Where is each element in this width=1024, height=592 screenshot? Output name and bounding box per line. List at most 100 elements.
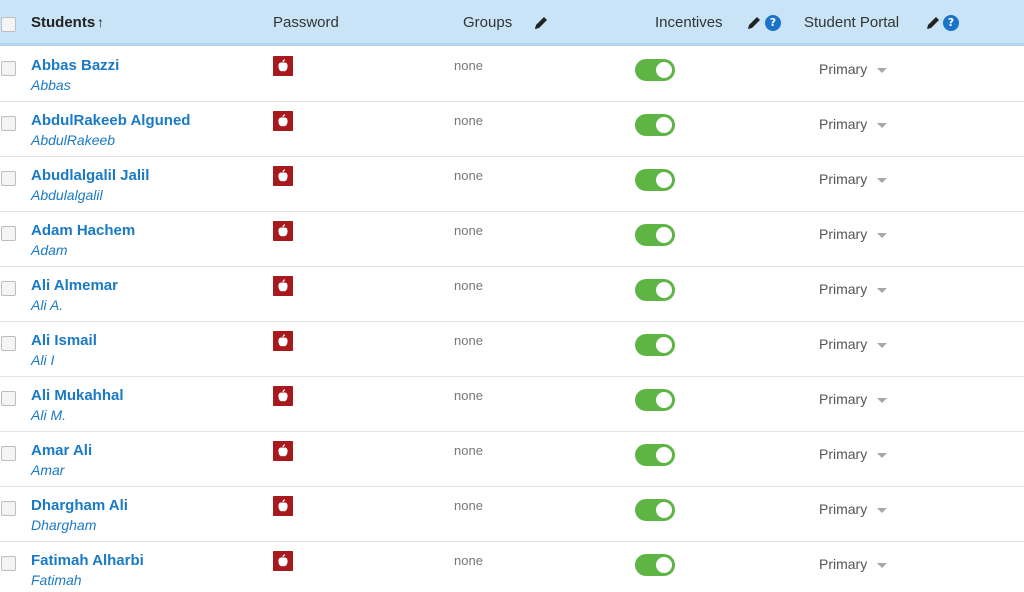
- row-select-checkbox[interactable]: [1, 61, 16, 76]
- sort-ascending-icon[interactable]: ↑: [97, 14, 104, 30]
- password-apple-icon[interactable]: [273, 331, 293, 351]
- chevron-down-icon[interactable]: [877, 508, 887, 513]
- student-portal-select[interactable]: Primary: [819, 61, 867, 77]
- groups-value[interactable]: none: [454, 223, 483, 238]
- incentives-toggle[interactable]: [635, 499, 675, 521]
- student-portal-select[interactable]: Primary: [819, 446, 867, 462]
- table-row: Ali Mukahhal Ali M. none Primary: [0, 377, 1024, 432]
- password-apple-icon[interactable]: [273, 111, 293, 131]
- chevron-down-icon[interactable]: [877, 343, 887, 348]
- groups-value[interactable]: none: [454, 168, 483, 183]
- table-row: Adam Hachem Adam none Primary: [0, 212, 1024, 267]
- chevron-down-icon[interactable]: [877, 288, 887, 293]
- password-column-header: Password: [273, 14, 339, 31]
- toggle-knob: [656, 282, 672, 298]
- select-all-checkbox[interactable]: [1, 17, 16, 32]
- password-apple-icon[interactable]: [273, 221, 293, 241]
- student-nickname: Adam: [31, 242, 68, 258]
- students-column-header[interactable]: Students: [31, 14, 95, 32]
- chevron-down-icon[interactable]: [877, 453, 887, 458]
- toggle-knob: [656, 227, 672, 243]
- student-portal-select[interactable]: Primary: [819, 171, 867, 187]
- incentives-help-icon[interactable]: ?: [765, 15, 781, 31]
- incentives-toggle[interactable]: [635, 554, 675, 576]
- incentives-toggle[interactable]: [635, 114, 675, 136]
- row-select-checkbox[interactable]: [1, 336, 16, 351]
- groups-value[interactable]: none: [454, 278, 483, 293]
- student-name-link[interactable]: Abbas Bazzi: [31, 57, 119, 74]
- student-name-link[interactable]: AbdulRakeeb Alguned: [31, 112, 190, 129]
- toggle-knob: [656, 117, 672, 133]
- edit-groups-pencil-icon[interactable]: [532, 14, 550, 32]
- row-select-checkbox[interactable]: [1, 446, 16, 461]
- student-name-link[interactable]: Amar Ali: [31, 442, 92, 459]
- student-name-link[interactable]: Fatimah Alharbi: [31, 552, 144, 569]
- table-row: Amar Ali Amar none Primary: [0, 432, 1024, 487]
- incentives-toggle[interactable]: [635, 334, 675, 356]
- table-row: Ali Ismail Ali I none Primary: [0, 322, 1024, 377]
- portal-help-icon[interactable]: ?: [943, 15, 959, 31]
- student-name-link[interactable]: Ali Mukahhal: [31, 387, 124, 404]
- groups-column-header: Groups: [463, 14, 513, 31]
- student-portal-select[interactable]: Primary: [819, 336, 867, 352]
- toggle-knob: [656, 447, 672, 463]
- student-nickname: Ali A.: [31, 297, 64, 313]
- password-apple-icon[interactable]: [273, 56, 293, 76]
- table-row: Fatimah Alharbi Fatimah none Primary: [0, 542, 1024, 592]
- row-select-checkbox[interactable]: [1, 281, 16, 296]
- edit-incentives-pencil-icon[interactable]: [745, 14, 763, 32]
- student-portal-select[interactable]: Primary: [819, 226, 867, 242]
- row-select-checkbox[interactable]: [1, 171, 16, 186]
- toggle-knob: [656, 62, 672, 78]
- groups-value[interactable]: none: [454, 388, 483, 403]
- incentives-toggle[interactable]: [635, 224, 675, 246]
- groups-value[interactable]: none: [454, 498, 483, 513]
- row-select-checkbox[interactable]: [1, 116, 16, 131]
- student-nickname: Fatimah: [31, 572, 82, 588]
- student-nickname: Abdulalgalil: [31, 187, 103, 203]
- chevron-down-icon[interactable]: [877, 398, 887, 403]
- password-apple-icon[interactable]: [273, 386, 293, 406]
- groups-value[interactable]: none: [454, 58, 483, 73]
- chevron-down-icon[interactable]: [877, 68, 887, 73]
- password-apple-icon[interactable]: [273, 276, 293, 296]
- table-row: Abudlalgalil Jalil Abdulalgalil none Pri…: [0, 157, 1024, 212]
- groups-value[interactable]: none: [454, 443, 483, 458]
- student-nickname: Amar: [31, 462, 65, 478]
- incentives-toggle[interactable]: [635, 389, 675, 411]
- incentives-toggle[interactable]: [635, 279, 675, 301]
- password-apple-icon[interactable]: [273, 441, 293, 461]
- chevron-down-icon[interactable]: [877, 123, 887, 128]
- groups-value[interactable]: none: [454, 553, 483, 568]
- incentives-toggle[interactable]: [635, 444, 675, 466]
- edit-portal-pencil-icon[interactable]: [924, 14, 942, 32]
- toggle-knob: [656, 557, 672, 573]
- incentives-column-header: Incentives: [655, 14, 723, 31]
- student-name-link[interactable]: Ali Ismail: [31, 332, 97, 349]
- password-apple-icon[interactable]: [273, 551, 293, 571]
- table-row: Ali Almemar Ali A. none Primary: [0, 267, 1024, 322]
- table-row: AbdulRakeeb Alguned AbdulRakeeb none Pri…: [0, 102, 1024, 157]
- student-portal-select[interactable]: Primary: [819, 391, 867, 407]
- incentives-toggle[interactable]: [635, 59, 675, 81]
- student-name-link[interactable]: Adam Hachem: [31, 222, 135, 239]
- groups-value[interactable]: none: [454, 333, 483, 348]
- student-portal-select[interactable]: Primary: [819, 501, 867, 517]
- student-name-link[interactable]: Abudlalgalil Jalil: [31, 167, 149, 184]
- row-select-checkbox[interactable]: [1, 501, 16, 516]
- chevron-down-icon[interactable]: [877, 178, 887, 183]
- chevron-down-icon[interactable]: [877, 563, 887, 568]
- chevron-down-icon[interactable]: [877, 233, 887, 238]
- password-apple-icon[interactable]: [273, 166, 293, 186]
- row-select-checkbox[interactable]: [1, 226, 16, 241]
- groups-value[interactable]: none: [454, 113, 483, 128]
- row-select-checkbox[interactable]: [1, 556, 16, 571]
- row-select-checkbox[interactable]: [1, 391, 16, 406]
- student-name-link[interactable]: Dhargham Ali: [31, 497, 128, 514]
- student-portal-select[interactable]: Primary: [819, 281, 867, 297]
- student-name-link[interactable]: Ali Almemar: [31, 277, 118, 294]
- incentives-toggle[interactable]: [635, 169, 675, 191]
- password-apple-icon[interactable]: [273, 496, 293, 516]
- student-portal-select[interactable]: Primary: [819, 556, 867, 572]
- student-portal-select[interactable]: Primary: [819, 116, 867, 132]
